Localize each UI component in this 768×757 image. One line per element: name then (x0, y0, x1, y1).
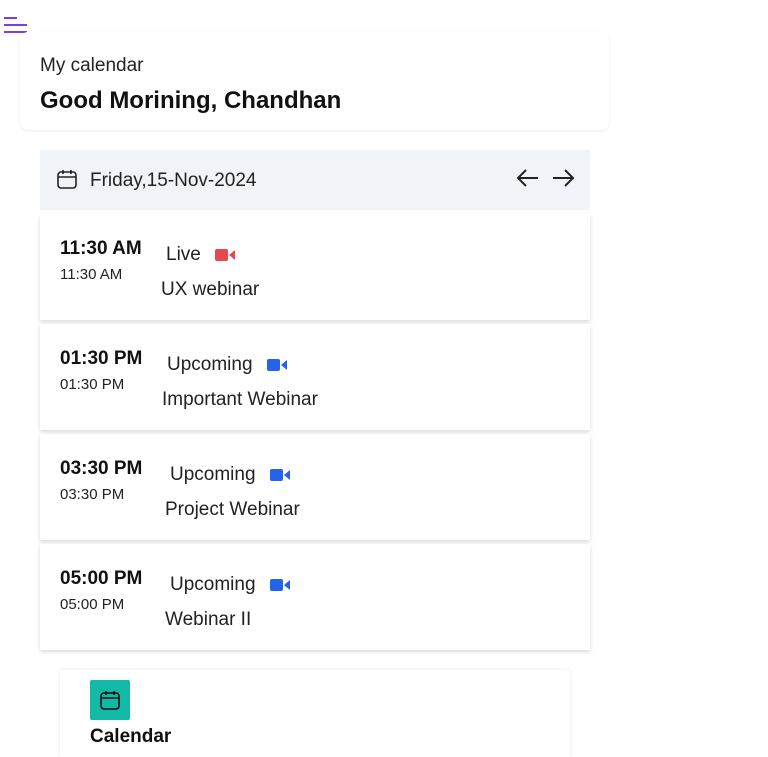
event-item[interactable]: 11:30 AM 11:30 AM Live UX webinar (40, 214, 590, 320)
calendar-icon (57, 170, 77, 189)
calendar-icon (100, 691, 120, 710)
event-item[interactable]: 03:30 PM 03:30 PM Upcoming Project Webin… (40, 434, 590, 540)
event-title: Project Webinar (165, 499, 300, 520)
greeting-title: Good Morining, Chandhan (40, 87, 342, 114)
event-time: 05:00 PM (60, 568, 143, 589)
video-camera-icon (266, 359, 287, 371)
event-title: Webinar II (165, 609, 252, 630)
calendar-subtitle: My calendar (40, 55, 144, 76)
event-status-row: Upcoming (170, 574, 290, 596)
event-status: Live (166, 244, 201, 265)
arrow-left-icon (516, 169, 538, 187)
video-camera-icon (269, 469, 290, 481)
video-camera-icon (214, 249, 235, 261)
event-time-secondary: 01:30 PM (60, 376, 125, 393)
event-time-secondary: 05:00 PM (60, 596, 125, 613)
event-item[interactable]: 01:30 PM 01:30 PM Upcoming Important Web… (40, 324, 590, 430)
greeting-card: My calendar Good Morining, Chandhan (20, 32, 609, 130)
event-status: Upcoming (170, 464, 256, 485)
current-date: Friday,15-Nov-2024 (90, 170, 257, 191)
calendar-tile[interactable] (90, 680, 130, 720)
date-bar: Friday,15-Nov-2024 (40, 150, 590, 210)
calendar-tile-label[interactable]: Calendar (90, 726, 171, 748)
arrow-right-icon (553, 169, 575, 187)
schedule-panel: Friday,15-Nov-2024 11:30 AM 11:30 AM Liv… (40, 150, 590, 650)
previous-day-button[interactable] (515, 166, 541, 190)
event-time: 01:30 PM (60, 348, 143, 369)
event-status-row: Live (166, 244, 235, 266)
event-status-row: Upcoming (167, 354, 287, 376)
next-day-button[interactable] (550, 166, 576, 190)
bottom-nav-card: Calendar (60, 670, 570, 757)
event-time: 11:30 AM (60, 238, 142, 259)
event-status: Upcoming (170, 574, 256, 595)
event-status-row: Upcoming (170, 464, 290, 486)
event-title: Important Webinar (162, 389, 318, 410)
event-title: UX webinar (161, 279, 260, 300)
event-time: 03:30 PM (60, 458, 143, 479)
event-item[interactable]: 05:00 PM 05:00 PM Upcoming Webinar II (40, 544, 590, 650)
video-camera-icon (269, 579, 290, 591)
event-time-secondary: 11:30 AM (60, 266, 123, 283)
event-status: Upcoming (167, 354, 253, 375)
event-time-secondary: 03:30 PM (60, 486, 125, 503)
